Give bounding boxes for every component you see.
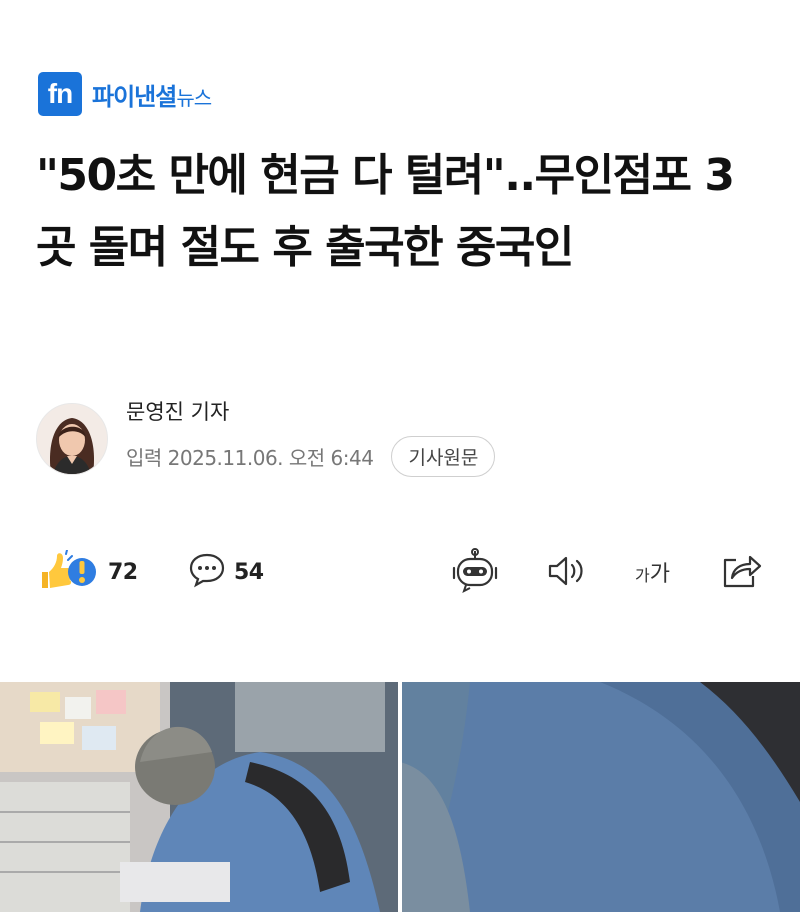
tts-button[interactable] bbox=[546, 554, 590, 592]
comment-count: 54 bbox=[234, 559, 264, 585]
publisher-header[interactable]: fn 파이낸셜뉴스 bbox=[38, 72, 212, 116]
share-button[interactable] bbox=[720, 552, 762, 594]
publisher-name-suffix: 뉴스 bbox=[176, 85, 212, 110]
summary-bot-button[interactable] bbox=[450, 548, 500, 598]
reporter-name[interactable]: 문영진 기자 bbox=[126, 396, 495, 426]
article-headline: "50초 만에 현금 다 털려"..무인점포 3곳 돌며 절도 후 출국한 중국… bbox=[36, 150, 735, 273]
share-icon bbox=[720, 552, 762, 594]
robot-summary-icon bbox=[450, 548, 500, 598]
speaker-icon bbox=[546, 554, 590, 592]
reaction-button[interactable]: 72 bbox=[38, 549, 138, 594]
reaction-count: 72 bbox=[108, 559, 138, 585]
reaction-emoji-icon bbox=[38, 549, 100, 594]
reporter-avatar[interactable] bbox=[36, 402, 108, 475]
article-actions-bar: 72 54 가가 bbox=[38, 548, 768, 598]
published-date: 입력 2025.11.06. 오전 6:44 bbox=[126, 446, 374, 470]
font-size-button[interactable]: 가가 bbox=[635, 556, 670, 588]
speech-bubble-icon bbox=[188, 552, 226, 592]
fn-logo-icon: fn bbox=[38, 72, 82, 116]
font-size-icon: 가가 bbox=[635, 562, 670, 587]
byline: 문영진 기자 입력 2025.11.06. 오전 6:44 기사원문 bbox=[36, 400, 496, 477]
comment-button[interactable]: 54 bbox=[188, 552, 264, 592]
publisher-name-main: 파이낸셜 bbox=[92, 82, 177, 111]
publisher-name: 파이낸셜뉴스 bbox=[92, 77, 212, 112]
article-cctv-image[interactable] bbox=[0, 682, 800, 912]
original-article-button[interactable]: 기사원문 bbox=[391, 436, 496, 477]
